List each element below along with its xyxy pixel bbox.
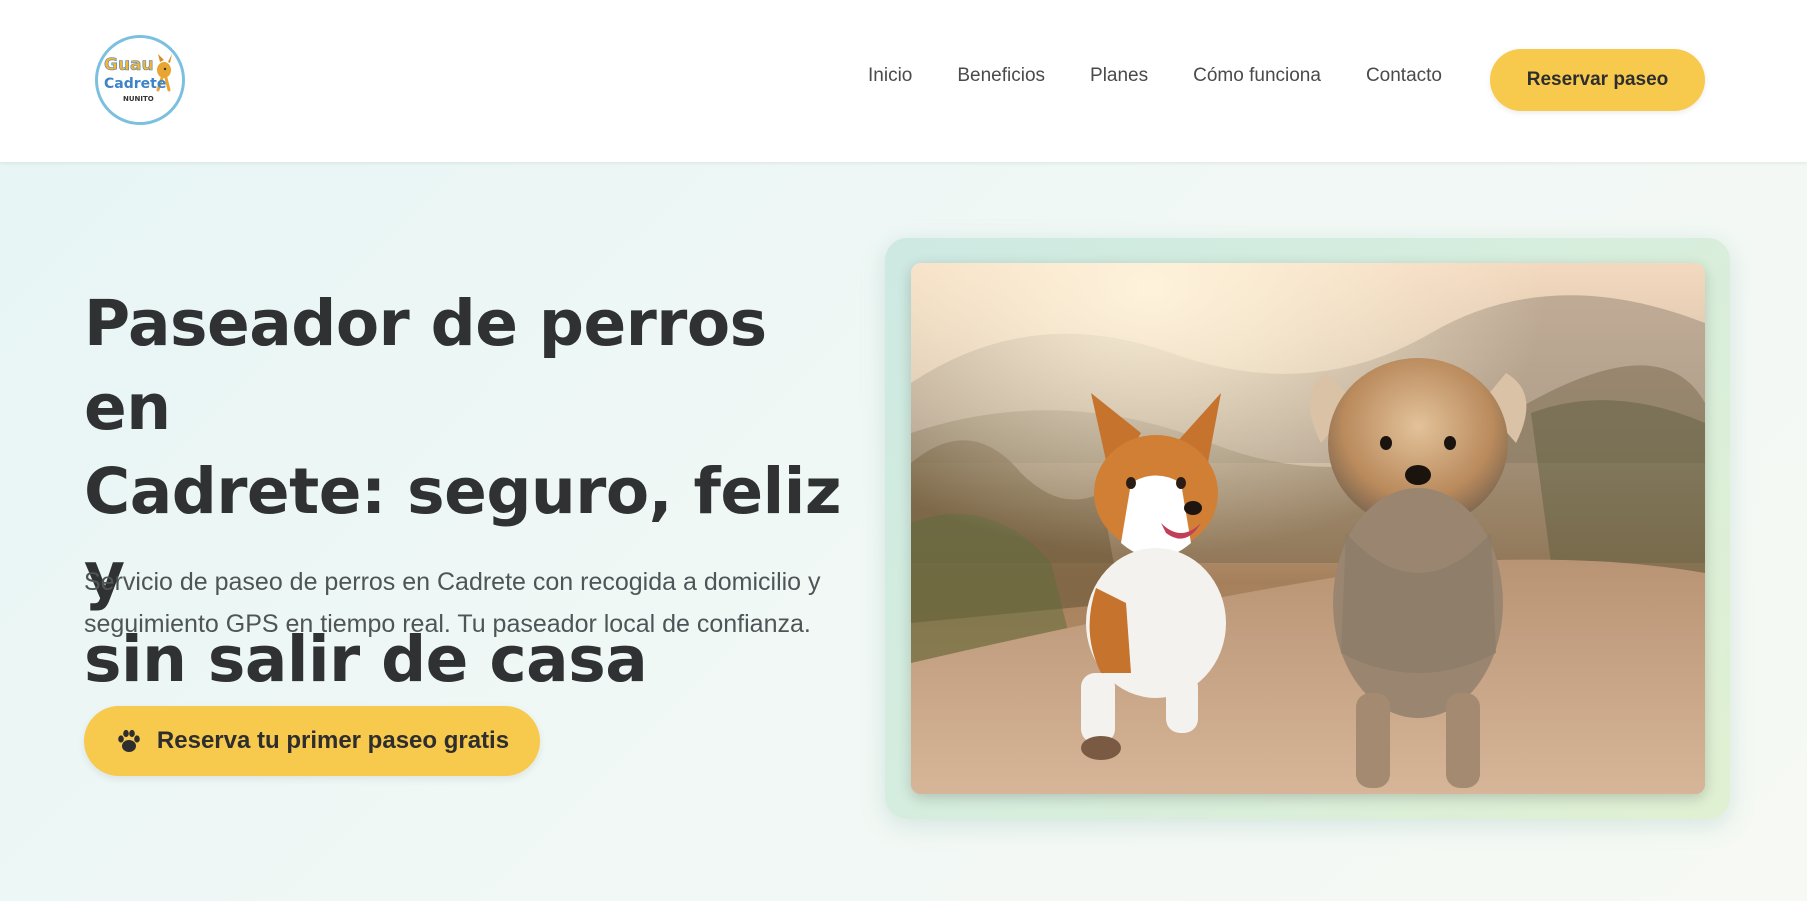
logo-text-bottom: NUNITO [123,95,154,103]
logo-text-middle: Cadrete [104,76,166,92]
hero-section: Paseador de perros en Cadrete: seguro, f… [0,162,1807,901]
nav-link-inicio[interactable]: Inicio [868,65,912,87]
logo-text-top: Guau [104,55,154,75]
logo-graphic: Guau Cadrete NUNITO [98,38,182,122]
hero-title-line: Paseador de perros en [84,287,767,444]
nav-link-planes[interactable]: Planes [1090,65,1148,87]
nav-link-contacto[interactable]: Contacto [1366,65,1442,87]
nav-link-como-funciona[interactable]: Cómo funciona [1193,65,1321,87]
hero-subtitle-line: Servicio de paseo de perros en Cadrete c… [84,568,821,596]
nav-link-beneficios[interactable]: Beneficios [957,65,1045,87]
paw-icon [118,729,140,752]
free-first-walk-label: Reserva tu primer paseo gratis [156,727,510,754]
hero-image-frame [885,238,1730,819]
site-header: Guau Cadrete NUNITO Inicio Beneficios Pl… [0,0,1807,162]
hero-subtitle-line: seguimiento GPS en tiempo real. Tu pasea… [84,610,811,638]
hero-photo-illustration [911,263,1705,794]
main-nav: Inicio Beneficios Planes Cómo funciona C… [868,0,1487,152]
brand-logo[interactable]: Guau Cadrete NUNITO [95,35,185,125]
hero-subtitle: Servicio de paseo de perros en Cadrete c… [84,561,844,645]
reserve-walk-button[interactable]: Reservar paseo [1490,49,1705,111]
two-dogs-running-photo [911,263,1705,794]
free-first-walk-button[interactable]: Reserva tu primer paseo gratis [84,706,540,776]
